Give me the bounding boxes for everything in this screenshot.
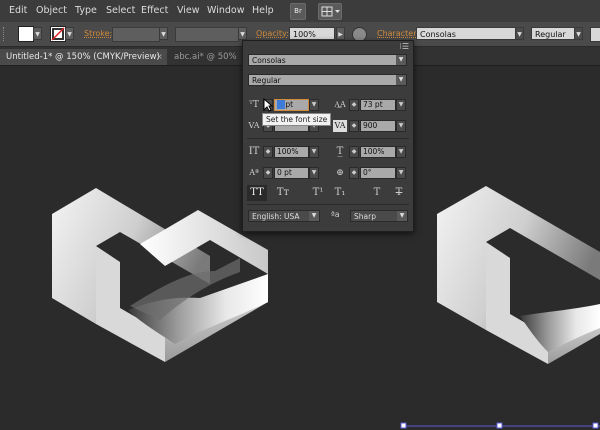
- menu-type[interactable]: Type: [75, 5, 97, 16]
- leading-field[interactable]: 73 pt: [360, 99, 396, 111]
- leading-icon: A͟A: [334, 100, 346, 109]
- language-value: English: USA: [252, 212, 300, 221]
- font-size-icon: ᵀT: [249, 100, 259, 110]
- chevron-down-icon: ▼: [396, 75, 406, 85]
- font-style-value: Regular: [252, 76, 281, 85]
- character-rotation-icon: ⊕: [336, 168, 344, 178]
- tracking-stepper[interactable]: ◆: [349, 120, 359, 132]
- tab-label: Untitled-1* @ 150% (CMYK/Preview): [6, 52, 160, 62]
- font-family-value: Consolas: [252, 56, 286, 65]
- baseline-shift-stepper[interactable]: ◆: [263, 167, 273, 179]
- tab-abc[interactable]: abc.ai* @ 50% (R: [168, 49, 243, 78]
- vertical-scale-stepper[interactable]: ◆: [263, 146, 273, 158]
- fill-dropdown-arrow[interactable]: ▼: [33, 27, 42, 40]
- opacity-label[interactable]: Opacity:: [256, 29, 289, 38]
- stroke-label[interactable]: Stroke:: [84, 29, 112, 38]
- menu-object[interactable]: Object: [36, 5, 67, 16]
- fill-swatch[interactable]: [18, 26, 34, 42]
- all-caps-icon[interactable]: TT: [247, 185, 267, 201]
- antialias-value: Sharp: [354, 212, 376, 221]
- horizontal-scale-field[interactable]: 100%: [360, 146, 396, 158]
- cursor-arrow-icon: [263, 98, 273, 112]
- vertical-scale-field[interactable]: 100%: [274, 146, 309, 158]
- strikethrough-icon[interactable]: T: [391, 185, 407, 201]
- profile-arrow[interactable]: ▼: [238, 27, 247, 40]
- stroke-weight-field[interactable]: [112, 27, 160, 42]
- opacity-field[interactable]: 100%: [289, 27, 335, 40]
- leading-dropdown[interactable]: ▼: [396, 99, 406, 111]
- divider: [247, 138, 409, 139]
- close-icon[interactable]: ×: [156, 49, 163, 65]
- antialias-icon: ªa: [331, 210, 340, 219]
- horizontal-scale-stepper[interactable]: ◆: [349, 146, 359, 158]
- font-size-field[interactable]: pt: [274, 99, 309, 111]
- chevron-down-icon: ▼: [309, 211, 319, 221]
- subscript-icon[interactable]: T₁: [331, 185, 349, 201]
- grip-handle: [3, 27, 8, 41]
- font-family-arrow[interactable]: ▼: [515, 27, 524, 40]
- font-family-field[interactable]: Consolas: [416, 27, 524, 40]
- leading-stepper[interactable]: ◆: [349, 99, 359, 111]
- no-stroke-icon: [51, 27, 65, 41]
- font-size-dropdown[interactable]: ▼: [309, 99, 319, 111]
- stroke-weight-arrow[interactable]: ▼: [159, 27, 168, 40]
- variable-width-profile[interactable]: [175, 27, 239, 42]
- menu-view[interactable]: View: [177, 5, 200, 16]
- selection-handle: [400, 422, 407, 429]
- selection-handle: [496, 422, 503, 429]
- arrange-grid-icon: [321, 6, 340, 17]
- baseline-shift-dropdown[interactable]: ▼: [309, 167, 319, 179]
- menu-select[interactable]: Select: [106, 5, 135, 16]
- tracking-field[interactable]: 900: [360, 120, 396, 132]
- panel-font-family-dropdown[interactable]: Consolas ▼: [248, 54, 407, 66]
- antialias-dropdown[interactable]: Sharp ▼: [350, 210, 408, 222]
- tracking-icon: VA: [333, 120, 347, 132]
- kerning-icon: VA: [248, 121, 260, 130]
- font-size-field[interactable]: [590, 27, 600, 42]
- rotation-dropdown[interactable]: ▼: [396, 167, 406, 179]
- chevron-down-icon: ▼: [396, 55, 406, 65]
- menu-effect[interactable]: Effect: [141, 5, 168, 16]
- baseline-shift-field[interactable]: 0 pt: [274, 167, 309, 179]
- superscript-icon[interactable]: T¹: [309, 185, 327, 201]
- character-label[interactable]: Character:: [377, 29, 419, 38]
- font-size-unit: pt: [285, 100, 294, 109]
- stroke-dropdown-arrow[interactable]: ▼: [65, 27, 74, 40]
- divider: [247, 204, 409, 205]
- right-logo-shape: [437, 186, 600, 364]
- tab-untitled-1[interactable]: Untitled-1* @ 150% (CMYK/Preview) ×: [0, 49, 167, 65]
- bridge-button[interactable]: Br: [290, 3, 306, 20]
- stroke-swatch[interactable]: [50, 26, 66, 42]
- arrange-documents-button[interactable]: [318, 3, 342, 20]
- font-style-arrow[interactable]: ▼: [574, 27, 583, 40]
- menu-edit[interactable]: Edit: [9, 5, 27, 16]
- selection-handle: [592, 422, 599, 429]
- horizontal-scale-icon: T̲: [336, 146, 344, 157]
- panel-menu-icon[interactable]: ⁝☰: [399, 42, 409, 51]
- rotation-stepper[interactable]: ◆: [349, 167, 359, 179]
- underline-icon[interactable]: T: [369, 185, 385, 201]
- vertical-scale-icon: IT: [248, 146, 260, 157]
- left-logo-shape: [52, 188, 268, 362]
- rotation-field[interactable]: 0°: [360, 167, 396, 179]
- menu-help[interactable]: Help: [252, 5, 274, 16]
- opacity-arrow[interactable]: ▶: [336, 27, 345, 40]
- small-caps-icon[interactable]: Tᴛ: [273, 185, 293, 201]
- menu-bar: Edit Object Type Select Effect View Wind…: [0, 0, 600, 22]
- tooltip: Set the font size: [262, 113, 332, 126]
- character-panel: ⁝☰ Consolas ▼ Regular ▼ ᵀT ◆ pt ▼ A͟A ◆ …: [242, 40, 414, 232]
- chevron-down-icon: ▼: [397, 211, 407, 221]
- menu-window[interactable]: Window: [207, 5, 244, 16]
- horizontal-scale-dropdown[interactable]: ▼: [396, 146, 406, 158]
- vertical-scale-dropdown[interactable]: ▼: [309, 146, 319, 158]
- tracking-dropdown[interactable]: ▼: [396, 120, 406, 132]
- language-dropdown[interactable]: English: USA ▼: [248, 210, 320, 222]
- baseline-shift-icon: Aª: [249, 168, 259, 177]
- panel-font-style-dropdown[interactable]: Regular ▼: [248, 74, 407, 86]
